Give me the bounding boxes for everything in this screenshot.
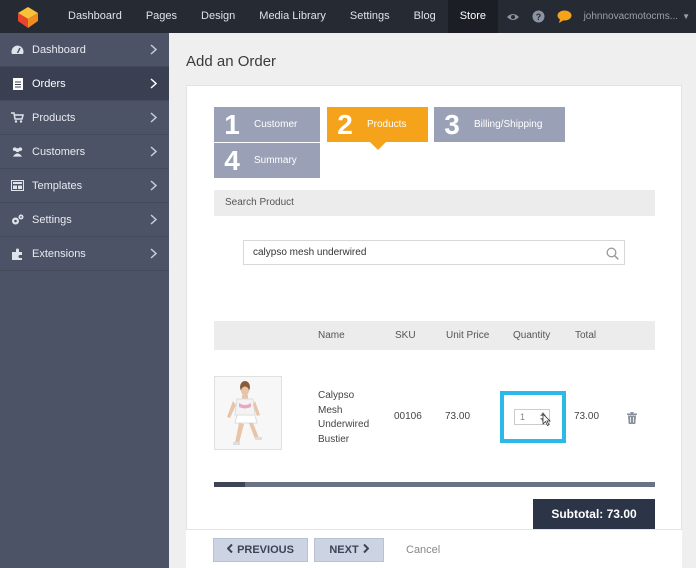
sidebar-item-customers[interactable]: Customers <box>0 135 169 169</box>
column-header-quantity: Quantity <box>513 330 551 341</box>
puzzle-icon <box>11 247 24 260</box>
column-header-name: Name <box>318 330 345 341</box>
subtotal-badge: Subtotal: 73.00 <box>533 499 655 529</box>
search-input-value: calypso mesh underwired <box>253 247 367 258</box>
eye-icon[interactable] <box>505 9 521 25</box>
chevron-right-icon <box>150 146 158 160</box>
nav-store[interactable]: Store <box>447 0 498 33</box>
column-header-sku: SKU <box>395 330 416 341</box>
next-button-label: NEXT <box>329 544 359 556</box>
chevron-right-icon <box>150 78 158 92</box>
step-number: 2 <box>337 109 353 140</box>
trash-icon[interactable] <box>627 412 637 427</box>
help-icon[interactable]: ? <box>531 9 547 25</box>
nav-dashboard[interactable]: Dashboard <box>56 0 134 33</box>
logo-icon <box>18 6 38 28</box>
horizontal-scrollbar[interactable] <box>214 482 655 487</box>
template-icon <box>11 179 24 192</box>
sidebar-item-dashboard[interactable]: Dashboard <box>0 33 169 67</box>
gauge-icon <box>11 43 24 56</box>
previous-button[interactable]: PREVIOUS <box>213 538 308 562</box>
sidebar-item-templates[interactable]: Templates <box>0 169 169 203</box>
nav-media-library[interactable]: Media Library <box>247 0 338 33</box>
order-wizard-card: 1 Customer 2 Products 3 Billing/Shipping… <box>186 85 682 568</box>
username[interactable]: johnnovacmotocms... <box>584 11 679 22</box>
product-name: Calypso Mesh Underwired Bustier <box>318 389 369 447</box>
next-button[interactable]: NEXT <box>314 538 384 562</box>
chevron-right-icon <box>150 112 158 126</box>
app-logo[interactable] <box>0 0 56 33</box>
step-label: Summary <box>254 155 297 166</box>
previous-button-label: PREVIOUS <box>237 544 294 556</box>
document-icon <box>11 77 24 90</box>
product-thumbnail[interactable] <box>214 376 282 450</box>
chevron-right-icon <box>150 180 158 194</box>
page-title: Add an Order <box>186 53 277 70</box>
sidebar-item-extensions[interactable]: Extensions <box>0 237 169 271</box>
column-header-total: Total <box>575 330 597 341</box>
sidebar: Dashboard Orders Products Customers Temp… <box>0 33 169 568</box>
product-table-header: Name SKU Unit Price Quantity Total <box>214 321 655 350</box>
step-billing-shipping[interactable]: 3 Billing/Shipping <box>434 107 565 142</box>
top-right-tools: ? johnnovacmotocms... ▼ <box>500 0 696 33</box>
product-search-input[interactable]: calypso mesh underwired <box>243 240 625 265</box>
chevron-right-icon <box>150 44 158 58</box>
column-header-unit-price: Unit Price <box>446 330 490 341</box>
chevron-right-icon <box>150 214 158 228</box>
quantity-value: 1 <box>520 412 526 422</box>
cart-icon <box>11 111 24 124</box>
sidebar-item-products[interactable]: Products <box>0 101 169 135</box>
product-name-line: Mesh <box>318 404 343 416</box>
wizard-footer: PREVIOUS NEXT Cancel <box>186 529 682 568</box>
active-step-pointer <box>369 142 386 150</box>
step-label: Products <box>367 119 407 130</box>
sidebar-item-label: Orders <box>32 77 66 90</box>
quantity-highlight: 1 <box>500 391 566 443</box>
scrollbar-thumb[interactable] <box>214 482 245 487</box>
chevron-right-icon <box>362 543 370 556</box>
product-name-line: Bustier <box>318 433 350 445</box>
step-products[interactable]: 2 Products <box>327 107 428 150</box>
step-number: 1 <box>224 109 240 140</box>
product-name-line: Calypso <box>318 390 355 401</box>
step-number: 4 <box>224 145 240 176</box>
product-sku: 00106 <box>394 411 422 422</box>
sidebar-item-orders[interactable]: Orders <box>0 67 169 101</box>
sidebar-item-label: Customers <box>32 145 86 158</box>
main-content: Add an Order 1 Customer 2 Products 3 Bil… <box>169 33 696 568</box>
nav-settings[interactable]: Settings <box>338 0 402 33</box>
chevron-left-icon <box>226 543 233 556</box>
step-customer[interactable]: 1 Customer <box>214 107 320 142</box>
chat-icon[interactable] <box>557 9 573 25</box>
sidebar-item-label: Settings <box>32 213 72 226</box>
nav-blog[interactable]: Blog <box>402 0 448 33</box>
step-summary[interactable]: 4 Summary <box>214 143 320 178</box>
sidebar-item-label: Templates <box>32 179 83 192</box>
sidebar-item-label: Extensions <box>32 247 86 260</box>
top-bar: Dashboard Pages Design Media Library Set… <box>0 0 696 33</box>
top-nav: Dashboard Pages Design Media Library Set… <box>56 0 498 33</box>
sidebar-item-label: Dashboard <box>32 43 86 56</box>
nav-pages[interactable]: Pages <box>134 0 189 33</box>
gears-icon <box>11 213 24 226</box>
search-icon[interactable] <box>606 246 619 269</box>
search-product-header: Search Product <box>214 190 655 216</box>
product-unit-price: 73.00 <box>445 411 471 422</box>
product-total: 73.00 <box>574 411 600 422</box>
sidebar-item-settings[interactable]: Settings <box>0 203 169 237</box>
users-icon <box>11 145 24 158</box>
step-label: Customer <box>254 119 298 130</box>
cancel-button[interactable]: Cancel <box>406 538 440 562</box>
step-number: 3 <box>444 109 460 140</box>
chevron-right-icon <box>150 248 158 262</box>
product-name-line: Underwired <box>318 419 370 430</box>
sidebar-item-label: Products <box>32 111 76 124</box>
mouse-cursor-icon <box>542 413 551 429</box>
chevron-down-icon[interactable]: ▼ <box>682 12 690 21</box>
nav-design[interactable]: Design <box>189 0 247 33</box>
svg-text:?: ? <box>536 12 542 22</box>
step-label: Billing/Shipping <box>474 119 543 130</box>
